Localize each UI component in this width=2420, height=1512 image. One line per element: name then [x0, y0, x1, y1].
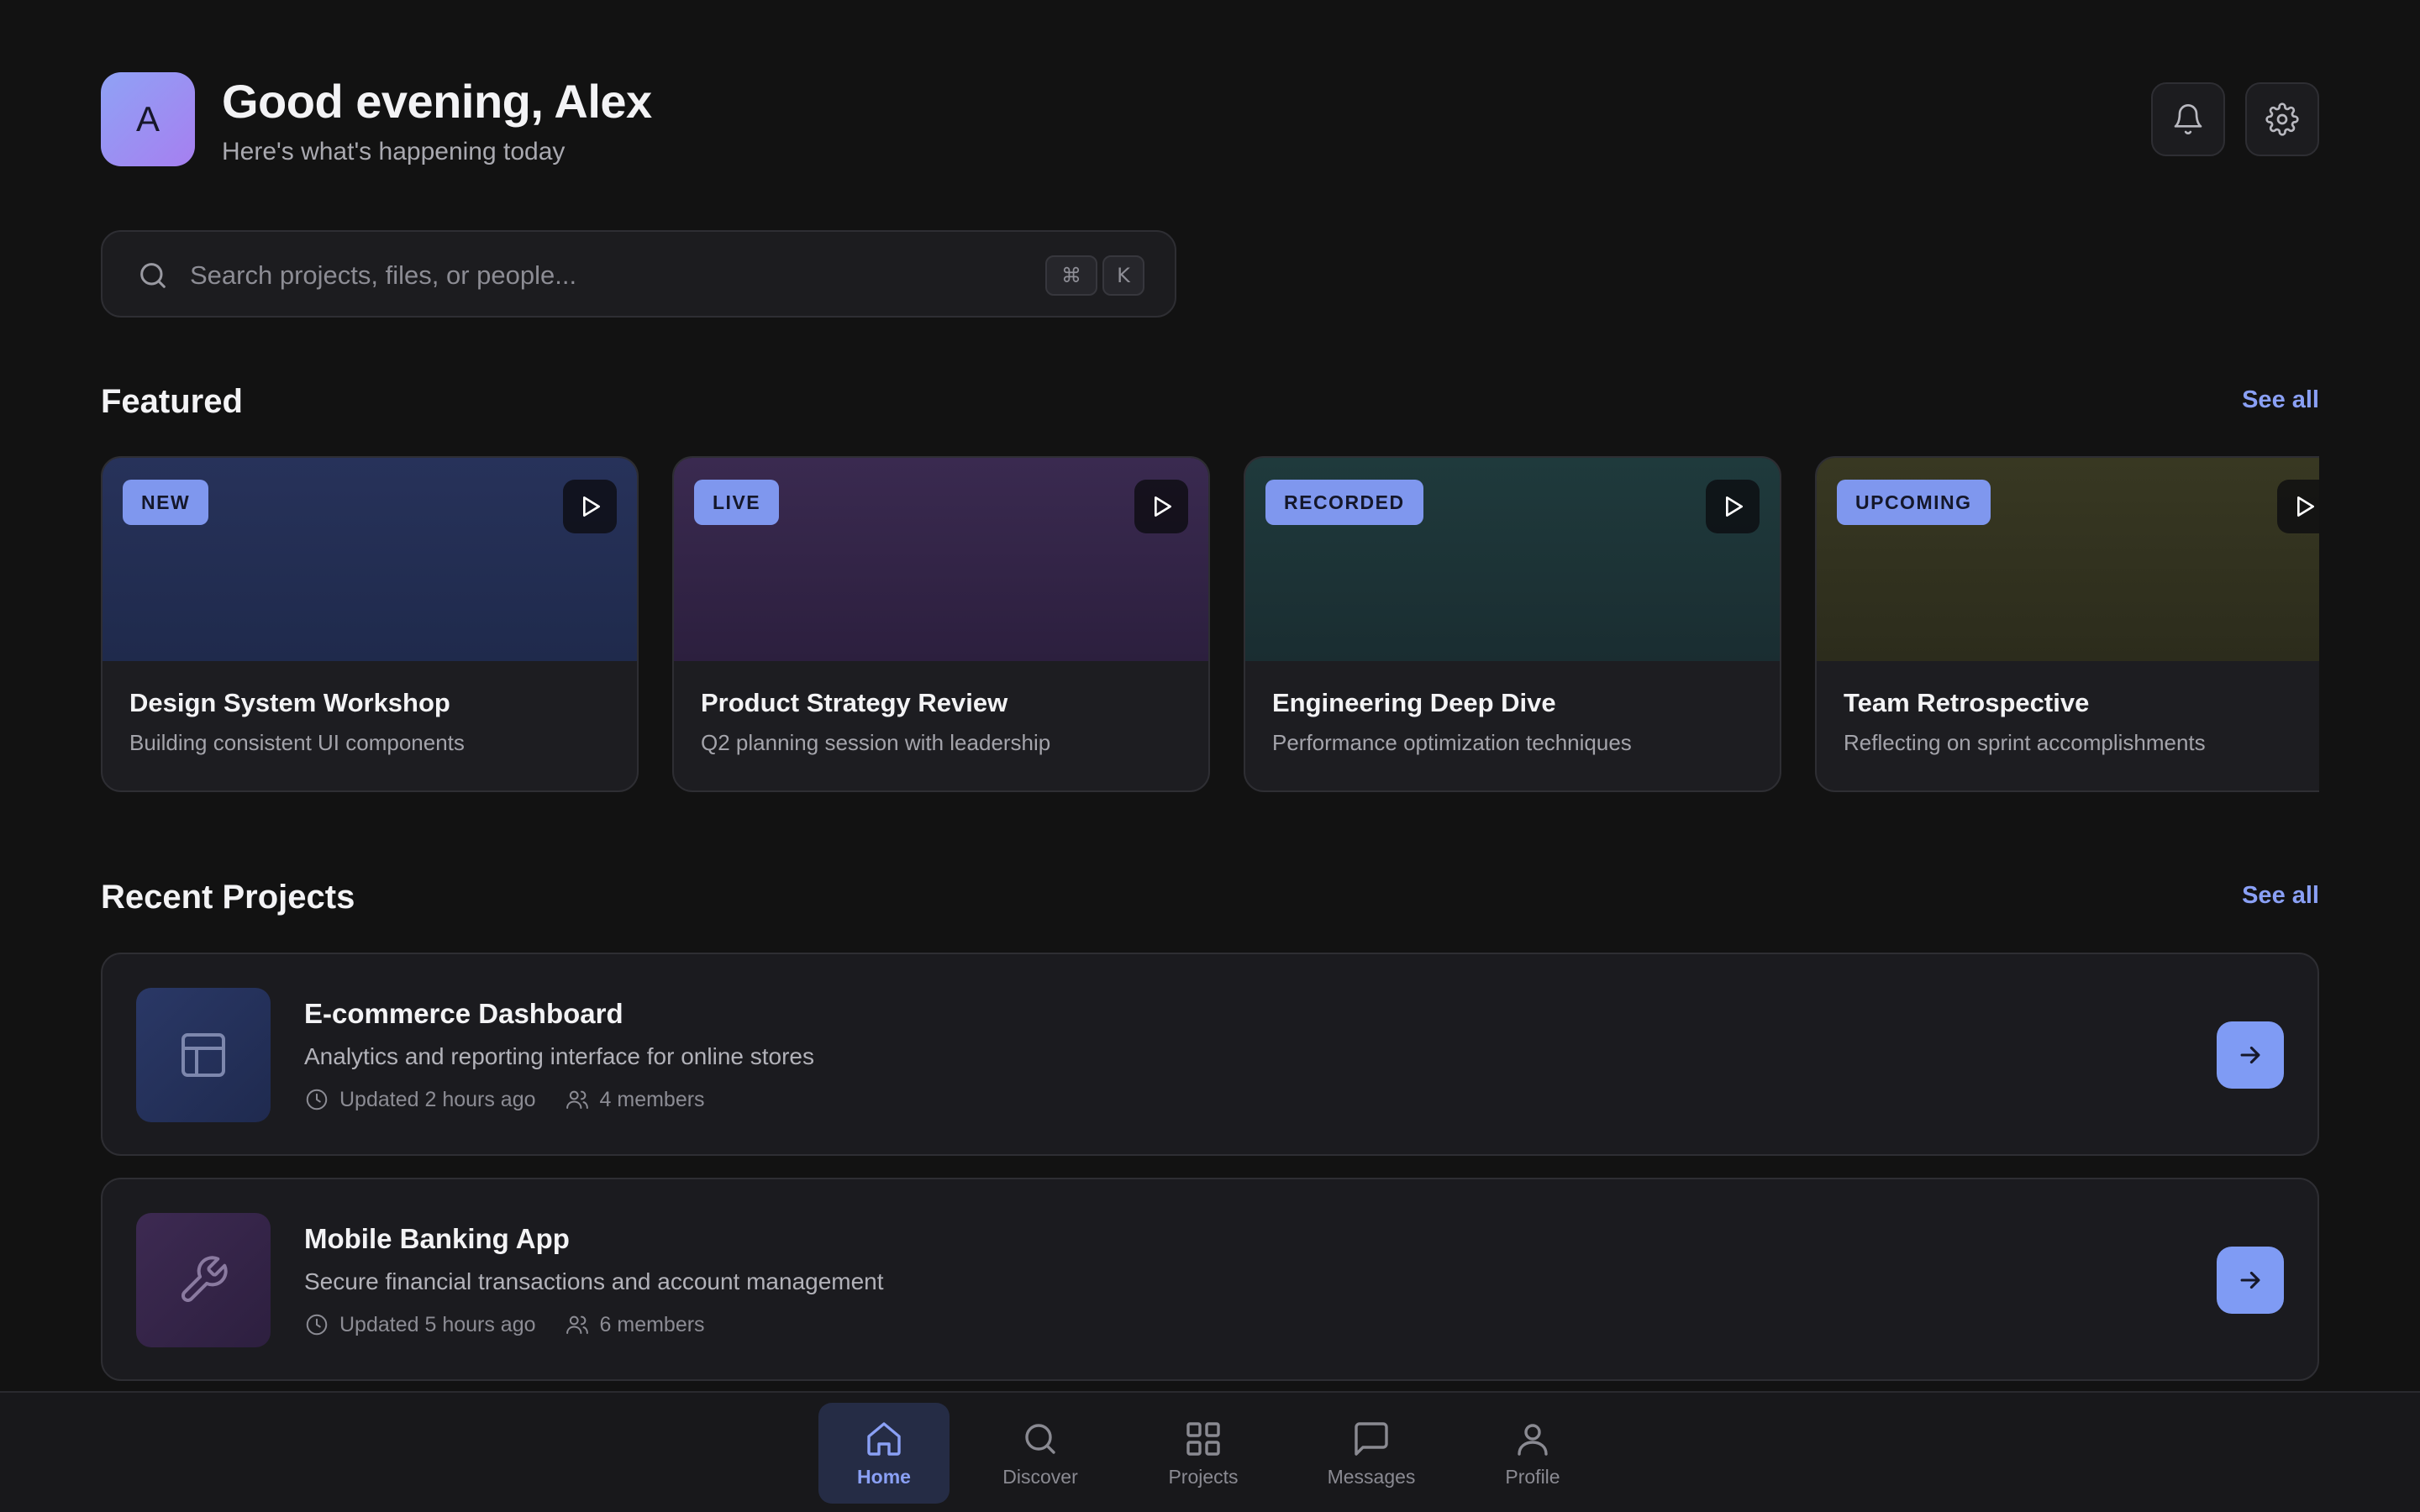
nav-item-profile[interactable]: Profile	[1467, 1403, 1598, 1504]
card-title: Team Retrospective	[1844, 688, 2090, 717]
greeting-subtitle: Here's what's happening today	[222, 138, 566, 165]
project-description: Secure financial transactions and accoun…	[304, 1268, 884, 1294]
nav-item-projects[interactable]: Projects	[1138, 1403, 1269, 1504]
updated-text: Updated 5 hours ago	[339, 1312, 536, 1336]
members-text: 4 members	[599, 1087, 705, 1111]
card-title: Product Strategy Review	[701, 688, 1008, 717]
nav-label: Discover	[1002, 1465, 1078, 1488]
project-title: Mobile Banking App	[304, 1223, 570, 1254]
project-thumbnail	[136, 1213, 271, 1347]
card-title: Design System Workshop	[129, 688, 450, 717]
card-description: Performance optimization techniques	[1272, 730, 1632, 755]
home-screen: A Good evening, Alex Here's what's happe…	[0, 0, 2420, 1512]
nav-item-messages[interactable]: Messages	[1306, 1403, 1437, 1504]
card-title: Engineering Deep Dive	[1272, 688, 1556, 717]
updated-meta: Updated 2 hours ago	[304, 1087, 536, 1112]
nav-item-home[interactable]: Home	[818, 1403, 950, 1504]
open-project-button[interactable]	[2217, 1021, 2284, 1089]
search-icon	[140, 263, 166, 288]
notifications-button[interactable]	[2151, 82, 2225, 156]
clock-icon	[306, 1089, 328, 1110]
play-button[interactable]	[2277, 480, 2319, 533]
wrench-icon	[182, 1256, 228, 1302]
nav-label: Projects	[1168, 1465, 1239, 1488]
arrow-right-icon	[2240, 1271, 2260, 1289]
updated-meta: Updated 5 hours ago	[304, 1312, 536, 1337]
members-meta: 4 members	[565, 1087, 705, 1112]
grid-icon	[1186, 1421, 1220, 1456]
bell-icon	[2174, 104, 2202, 134]
search-icon	[1025, 1423, 1055, 1454]
message-icon	[1355, 1421, 1388, 1456]
gear-icon	[2265, 102, 2299, 136]
project-title: E-commerce Dashboard	[304, 998, 623, 1029]
members-text: 6 members	[599, 1312, 705, 1336]
users-icon	[566, 1090, 588, 1109]
play-icon	[1155, 496, 1171, 517]
card-description: Q2 planning session with leadership	[701, 730, 1051, 755]
clock-icon	[306, 1314, 328, 1336]
play-icon	[583, 496, 600, 517]
nav-label: Home	[857, 1465, 911, 1488]
avatar[interactable]: A	[101, 72, 195, 166]
featured-card[interactable]: NEW Design System Workshop Building cons…	[101, 456, 639, 792]
layout-icon	[182, 1033, 225, 1077]
search-input[interactable]	[190, 252, 1030, 299]
bottom-nav: Home Discover Projects Messages Profile	[0, 1391, 2420, 1512]
status-badge: RECORDED	[1265, 480, 1423, 525]
project-thumbnail	[136, 988, 271, 1122]
search-bar[interactable]: ⌘ K	[101, 230, 1176, 318]
home-icon	[867, 1421, 901, 1456]
greeting-title: Good evening, Alex	[222, 75, 652, 128]
status-badge: NEW	[123, 480, 209, 525]
projects-section-title: Recent Projects	[101, 879, 355, 916]
arrow-right-icon	[2240, 1046, 2260, 1064]
nav-label: Profile	[1505, 1465, 1560, 1488]
project-meta: Updated 5 hours ago 6 members	[304, 1312, 734, 1337]
featured-see-all-link[interactable]: See all	[2242, 386, 2319, 414]
settings-button[interactable]	[2245, 82, 2319, 156]
open-project-button[interactable]	[2217, 1247, 2284, 1314]
play-button[interactable]	[1134, 480, 1188, 533]
project-description: Analytics and reporting interface for on…	[304, 1043, 814, 1069]
members-meta: 6 members	[565, 1312, 705, 1337]
play-button[interactable]	[1706, 480, 1760, 533]
nav-label: Messages	[1327, 1465, 1416, 1488]
project-card[interactable]: E-commerce Dashboard Analytics and repor…	[101, 953, 2319, 1156]
featured-card[interactable]: UPCOMING Team Retrospective Reflecting o…	[1815, 456, 2319, 792]
nav-item-discover[interactable]: Discover	[975, 1403, 1106, 1504]
play-icon	[1726, 496, 1743, 517]
featured-card[interactable]: RECORDED Engineering Deep Dive Performan…	[1244, 456, 1781, 792]
shortcut-cmd-key: ⌘	[1045, 255, 1097, 296]
featured-carousel: NEW Design System Workshop Building cons…	[101, 456, 2319, 792]
card-description: Building consistent UI components	[129, 730, 465, 755]
featured-section-title: Featured	[101, 383, 243, 420]
featured-card[interactable]: LIVE Product Strategy Review Q2 planning…	[672, 456, 1210, 792]
users-icon	[566, 1315, 588, 1334]
shortcut-k-key: K	[1102, 255, 1144, 296]
projects-see-all-link[interactable]: See all	[2242, 882, 2319, 910]
play-icon	[2297, 496, 2314, 517]
project-card[interactable]: Mobile Banking App Secure financial tran…	[101, 1178, 2319, 1381]
updated-text: Updated 2 hours ago	[339, 1087, 536, 1111]
status-badge: UPCOMING	[1837, 480, 1991, 525]
header: A Good evening, Alex Here's what's happe…	[101, 72, 2319, 166]
project-meta: Updated 2 hours ago 4 members	[304, 1087, 734, 1112]
user-icon	[1518, 1423, 1548, 1456]
play-button[interactable]	[563, 480, 617, 533]
card-description: Reflecting on sprint accomplishments	[1844, 730, 2206, 755]
status-badge: LIVE	[694, 480, 780, 525]
